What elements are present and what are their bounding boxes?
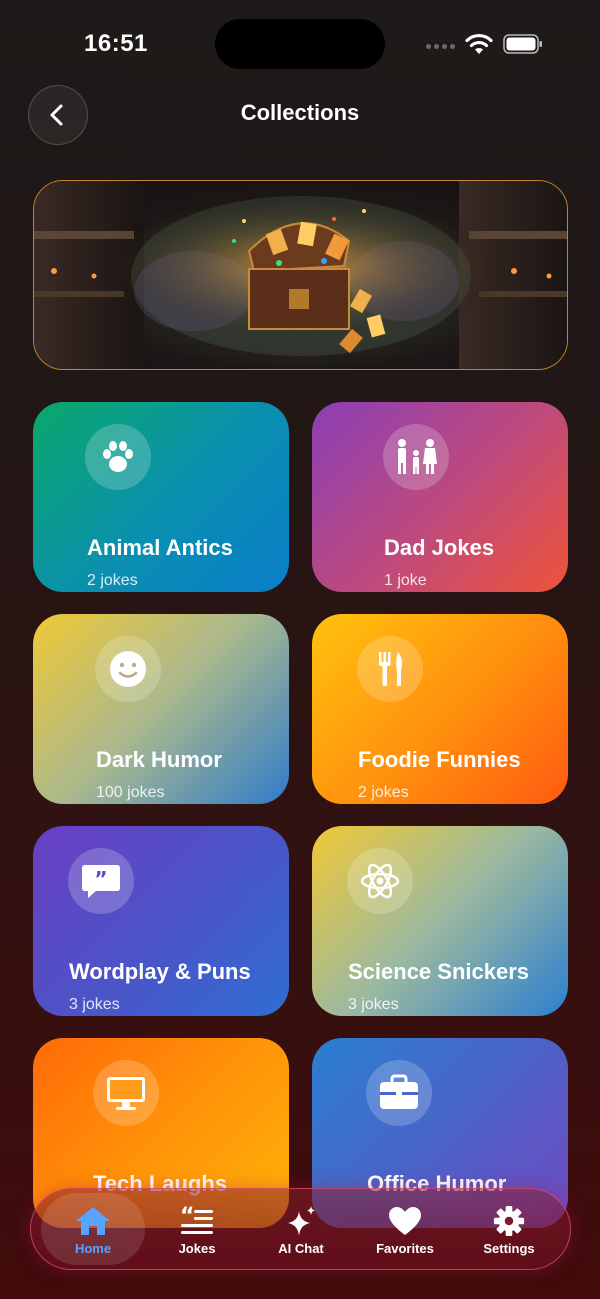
collection-title: Animal Antics xyxy=(87,535,233,560)
collection-count: 3 jokes xyxy=(69,996,120,1013)
treasure-chest-image xyxy=(34,181,567,369)
collection-count: 2 jokes xyxy=(87,572,138,589)
collection-card-dad-jokes[interactable]: Dad Jokes 1 joke xyxy=(312,402,568,592)
tab-label: Home xyxy=(74,1241,112,1256)
collection-card-foodie-funnies[interactable]: Foodie Funnies 2 jokes xyxy=(312,614,568,804)
collections-banner[interactable] xyxy=(33,180,568,370)
collection-title: Dark Humor xyxy=(96,747,222,772)
paw-icon xyxy=(85,424,151,490)
wifi-icon xyxy=(465,33,493,54)
status-time: 16:51 xyxy=(84,30,148,57)
monitor-icon xyxy=(93,1060,159,1126)
tab-label: Jokes xyxy=(178,1241,216,1256)
battery-icon xyxy=(503,34,542,54)
collection-title: Science Snickers xyxy=(348,959,530,984)
tab-ai-chat[interactable]: AI Chat xyxy=(249,1193,353,1265)
collection-title: Dad Jokes xyxy=(384,535,495,560)
tab-jokes[interactable]: “ Jokes xyxy=(145,1193,249,1265)
tab-label: Settings xyxy=(483,1241,535,1256)
collection-count: 2 jokes xyxy=(358,784,409,801)
gear-icon xyxy=(493,1205,525,1237)
family-icon xyxy=(383,424,449,490)
collection-card-dark-humor[interactable]: Dark Humor 100 jokes xyxy=(33,614,289,804)
collection-count: 1 joke xyxy=(384,572,427,589)
collection-card-science-snickers[interactable]: Science Snickers 3 jokes xyxy=(312,826,568,1016)
tab-settings[interactable]: Settings xyxy=(457,1193,561,1265)
status-bar: 16:51 xyxy=(0,0,600,90)
collection-count: 3 jokes xyxy=(348,996,399,1013)
fork-knife-icon xyxy=(357,636,423,702)
quote-bubble-icon: ” xyxy=(68,848,134,914)
smiley-icon xyxy=(95,636,161,702)
collection-card-wordplay-puns[interactable]: ” Wordplay & Puns 3 jokes xyxy=(33,826,289,1016)
tab-label: AI Chat xyxy=(278,1241,324,1256)
tab-home[interactable]: Home xyxy=(41,1193,145,1265)
tab-label: Favorites xyxy=(376,1241,434,1256)
sparkles-icon xyxy=(288,1206,315,1236)
quote-list-icon: “ xyxy=(180,1205,213,1234)
atom-icon xyxy=(347,848,413,914)
home-icon xyxy=(76,1207,110,1235)
briefcase-icon xyxy=(366,1060,432,1126)
collection-title: Foodie Funnies xyxy=(358,747,521,772)
collection-count: 100 jokes xyxy=(96,784,165,801)
tab-bar: Home “ Jokes AI Chat Favorites Settings xyxy=(30,1188,571,1270)
heart-icon xyxy=(389,1207,421,1235)
svg-text:”: ” xyxy=(94,867,107,891)
page-title: Collections xyxy=(240,100,360,125)
tab-favorites[interactable]: Favorites xyxy=(353,1193,457,1265)
cellular-signal-icon xyxy=(426,44,455,49)
collection-card-animal-antics[interactable]: Animal Antics 2 jokes xyxy=(33,402,289,592)
collection-title: Wordplay & Puns xyxy=(69,959,251,984)
dynamic-island xyxy=(215,19,385,69)
